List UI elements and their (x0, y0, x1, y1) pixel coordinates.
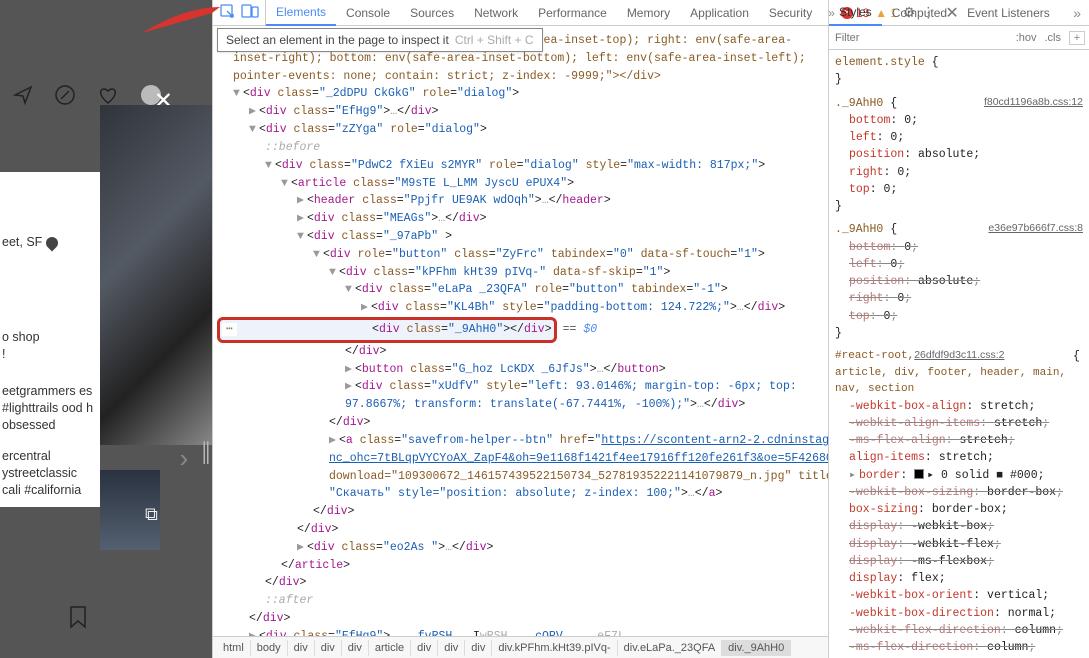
tab-event-listeners[interactable]: Event Listeners (957, 0, 1060, 25)
cls-toggle[interactable]: .cls (1041, 30, 1066, 46)
selected-dom-node[interactable]: ⋯ <div class="_9AhH0"></div>== $0 (217, 317, 824, 343)
tab-elements[interactable]: Elements (266, 1, 336, 26)
post-image (100, 105, 212, 445)
location-pin-icon (43, 234, 60, 251)
bookmark-icon[interactable] (68, 605, 88, 633)
styles-overflow-icon[interactable]: » (1073, 5, 1089, 21)
inspect-tooltip: Select an element in the page to inspect… (217, 28, 543, 52)
tab-sources[interactable]: Sources (400, 0, 464, 25)
tab-performance[interactable]: Performance (528, 0, 617, 25)
multi-post-icon: ⧉ (145, 505, 158, 526)
inspect-element-icon[interactable] (219, 3, 235, 22)
next-arrow-icon[interactable]: › (176, 445, 192, 475)
pane-drag-handle[interactable]: ║ (200, 442, 212, 465)
tab-application[interactable]: Application (680, 0, 759, 25)
styles-tabs: Styles Computed Event Listeners » (829, 0, 1089, 26)
dom-breadcrumb[interactable]: htmlbodydivdivdivarticledivdivdivdiv.kPF… (213, 636, 828, 658)
post-caption-fragment: eet, SF o shop! eetgrammers es #lighttra… (0, 172, 100, 507)
tab-memory[interactable]: Memory (617, 0, 680, 25)
device-toolbar-icon[interactable] (241, 3, 259, 22)
dom-tree[interactable]: <div style="position: fixed; top: env(sa… (213, 26, 828, 636)
compass-icon[interactable] (54, 84, 76, 110)
page-preview: ✕ ⧉ ••• eet, SF o shop! eetgrammers es #… (0, 0, 212, 658)
styles-filter-input[interactable] (829, 30, 1012, 46)
tab-network[interactable]: Network (464, 0, 528, 25)
tab-security[interactable]: Security (759, 0, 822, 25)
hov-toggle[interactable]: :hov (1012, 30, 1041, 46)
tab-styles[interactable]: Styles (829, 1, 882, 26)
new-rule-button[interactable]: + (1069, 31, 1085, 45)
devtools-tabs: Elements Console Sources Network Perform… (213, 0, 828, 26)
tab-console[interactable]: Console (336, 0, 400, 25)
tab-computed[interactable]: Computed (882, 0, 957, 25)
styles-rules[interactable]: element.style {} ._9AhH0 {f80cd1196a8b.c… (829, 50, 1089, 658)
send-icon[interactable] (12, 84, 34, 110)
